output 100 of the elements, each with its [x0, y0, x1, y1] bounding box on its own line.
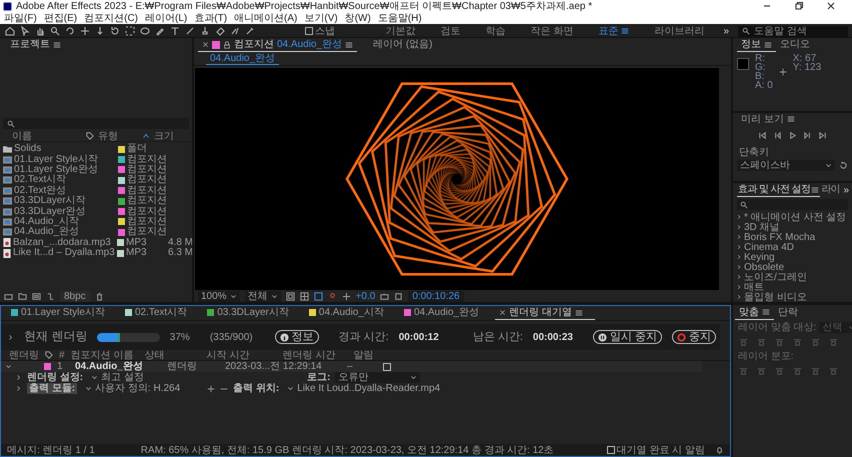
pin-icon[interactable]: [245, 26, 255, 36]
workspace-tab[interactable]: 학습: [476, 26, 516, 36]
file-name[interactable]: Balzan_...dodara.mp3: [13, 236, 115, 249]
timeline-tab[interactable]: 04.Audio_시작: [304, 306, 396, 320]
hand-icon[interactable]: [35, 26, 45, 36]
file-name[interactable]: Like It...d – Dyalla.mp3: [13, 247, 115, 260]
reset-icon[interactable]: [839, 160, 848, 170]
stop-button[interactable]: 중지: [672, 330, 716, 344]
timeline-tab[interactable]: 04.Audio_완성: [400, 306, 491, 320]
notify-checkbox[interactable]: [383, 362, 391, 370]
panel-tab[interactable]: 맞춤: [735, 305, 774, 320]
menu-icon[interactable]: [621, 27, 630, 35]
file-name[interactable]: Solids: [14, 143, 116, 156]
orbit-icon[interactable]: [65, 26, 75, 36]
effect-category[interactable]: 몰입형 비디오: [733, 292, 852, 302]
panel-tab[interactable]: 단락: [774, 305, 802, 320]
file-name[interactable]: 02.Text완성: [14, 184, 116, 197]
next-frame-icon[interactable]: [803, 131, 812, 140]
add-icon[interactable]: [207, 384, 216, 392]
column-header[interactable]: 알림: [354, 350, 374, 360]
eraser-icon[interactable]: [215, 26, 225, 36]
viewer-tab[interactable]: 레이어 (없음): [369, 38, 436, 52]
effect-category[interactable]: 3D 채널: [733, 222, 852, 232]
effect-category[interactable]: * 애니메이션 사전 설정: [733, 212, 852, 222]
menu-item[interactable]: 창(W): [344, 12, 371, 24]
magnifier-icon[interactable]: [50, 26, 60, 36]
bit-depth-button[interactable]: 8bpc: [60, 290, 90, 302]
new-folder-icon[interactable]: [18, 292, 27, 300]
column-header[interactable]: 이름: [4, 130, 82, 142]
show-snapshot-icon[interactable]: [394, 292, 404, 300]
new-composition-icon[interactable]: [32, 292, 41, 300]
menu-icon[interactable]: [53, 40, 61, 48]
timeline-tab[interactable]: 01.Layer Style시작: [7, 306, 117, 320]
effect-category[interactable]: Keying: [733, 252, 852, 262]
overflow-button[interactable]: »: [843, 184, 852, 196]
output-file-dropdown[interactable]: Like It Loud..Dyalla-Reader.mp4: [284, 383, 444, 394]
effect-category[interactable]: 매트: [733, 282, 852, 292]
pause-button[interactable]: 일시 중지: [592, 330, 662, 344]
close-icon[interactable]: [498, 309, 506, 316]
workspace-tab[interactable]: 기본값: [376, 26, 426, 36]
pointer-icon[interactable]: [20, 26, 30, 36]
interpret-icon[interactable]: [4, 292, 13, 300]
close-icon[interactable]: [202, 41, 209, 48]
panel-tab[interactable]: 미리 보기: [737, 112, 799, 127]
column-header[interactable]: 상태: [144, 350, 201, 360]
render-settings-dropdown[interactable]: 최고 설정: [88, 372, 238, 383]
camera-icon[interactable]: [380, 292, 390, 300]
column-header[interactable]: 렌더링 시간: [282, 350, 348, 360]
menu-icon[interactable]: [811, 186, 820, 194]
column-header[interactable]: 크기: [154, 130, 174, 142]
panel-tab[interactable]: 효과 및 사전 설정: [737, 183, 820, 197]
info-button[interactable]: 정보: [274, 330, 319, 344]
file-name[interactable]: 04.Audio_시작: [14, 216, 116, 228]
channel-icon[interactable]: [328, 292, 337, 300]
rotate-icon[interactable]: [110, 26, 120, 36]
workspace-tab[interactable]: 검토: [430, 26, 471, 36]
type-icon[interactable]: [170, 26, 180, 36]
timeline-tab[interactable]: 렌더링 대기열: [494, 306, 595, 320]
menu-item[interactable]: 레이어(L): [145, 12, 188, 24]
column-header[interactable]: 렌더링: [9, 350, 39, 360]
exposure-value[interactable]: +0.0: [356, 290, 376, 302]
column-header[interactable]: 컴포지션 이름: [70, 350, 133, 360]
label-tag-icon[interactable]: [45, 351, 53, 359]
shortcut-dropdown[interactable]: 스페이스바: [737, 160, 835, 171]
file-name[interactable]: 03.3DLayer시작: [14, 195, 116, 208]
menu-item[interactable]: 편집(E): [44, 12, 78, 24]
file-name[interactable]: 01.Layer Style시작: [14, 154, 116, 166]
menu-item[interactable]: 효과(T): [194, 12, 228, 24]
timecode[interactable]: 0:00:10:26: [408, 290, 464, 302]
restore-icon[interactable]: [794, 1, 804, 11]
panel-tab[interactable]: 프로젝트: [6, 38, 65, 52]
menu-icon[interactable]: [345, 40, 354, 48]
column-header[interactable]: 시작 시간: [206, 350, 275, 360]
menu-item[interactable]: 컴포지션(C): [84, 12, 138, 24]
snap-checkbox[interactable]: 스냅: [305, 26, 335, 36]
menu-item[interactable]: 보기(V): [304, 12, 338, 24]
file-name[interactable]: 01.Layer Style완성: [14, 164, 116, 176]
menu-item[interactable]: 도움말(H): [378, 12, 422, 24]
column-header[interactable]: #: [59, 350, 65, 360]
timeline-tab[interactable]: 03.3DLayer시작: [203, 306, 301, 320]
notify-checkbox[interactable]: [606, 446, 615, 454]
zoom-dropdown[interactable]: 100%: [198, 290, 240, 302]
menu-icon[interactable]: [786, 115, 795, 124]
resolution-dropdown[interactable]: 전체: [244, 290, 281, 302]
stamp-icon[interactable]: [200, 26, 210, 36]
brush-icon[interactable]: [185, 26, 195, 36]
composition-name[interactable]: 04.Audio_완성: [75, 361, 161, 372]
workspace-tab[interactable]: 표준: [588, 26, 640, 36]
output-module-dropdown[interactable]: 사용자 정의: H.264: [82, 383, 202, 394]
log-dropdown[interactable]: 오류만: [335, 372, 420, 383]
menu-item[interactable]: 파일(F): [4, 12, 37, 24]
workspace-tab[interactable]: 작은 화면: [520, 26, 584, 36]
chevron-right-icon[interactable]: [7, 334, 14, 340]
column-header[interactable]: 유형: [98, 130, 138, 142]
close-icon[interactable]: [826, 1, 836, 11]
mask-icon[interactable]: [314, 292, 323, 300]
search-field[interactable]: [737, 199, 848, 210]
label-tag-icon[interactable]: [86, 132, 94, 140]
arrow-down-icon[interactable]: [95, 26, 105, 36]
previous-frame-icon[interactable]: [773, 131, 782, 140]
